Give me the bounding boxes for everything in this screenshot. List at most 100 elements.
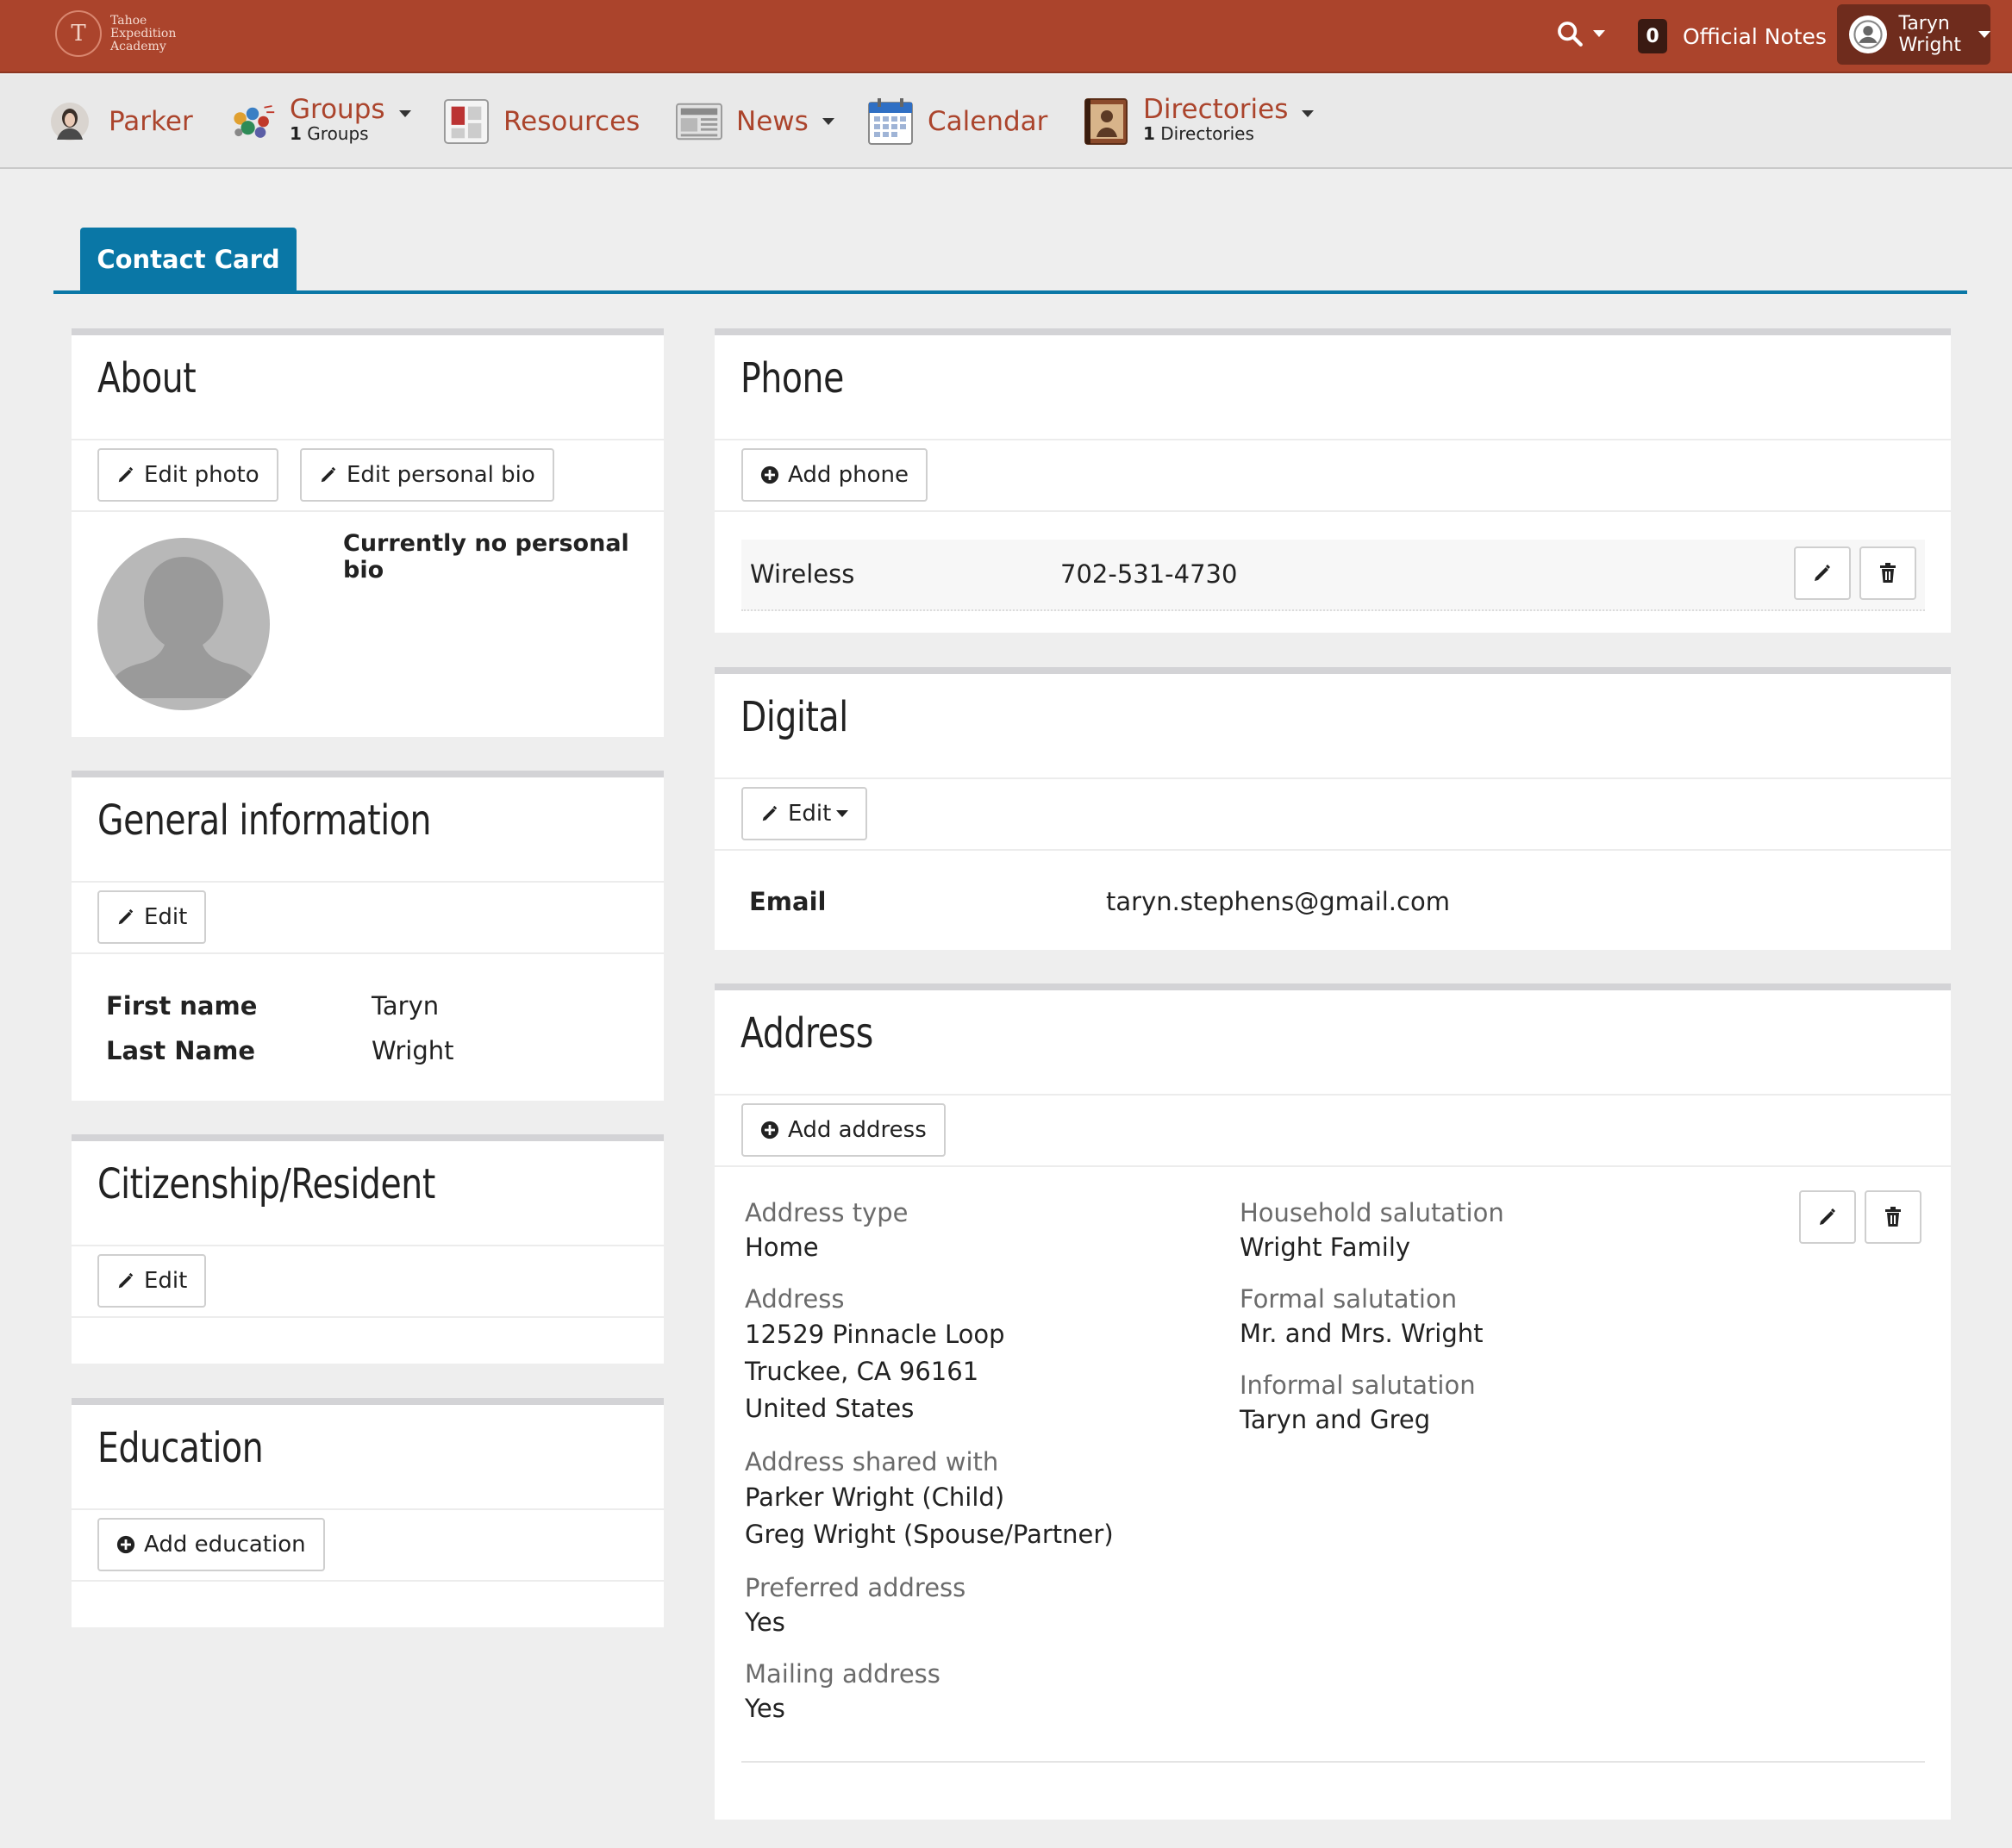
chevron-down-icon	[398, 110, 411, 117]
phone-title: Phone	[740, 354, 844, 403]
about-panel: About Edit photo Edit personal bio Curre…	[72, 328, 664, 737]
user-name: Taryn Wright	[1898, 13, 1961, 56]
delete-phone-button[interactable]	[1859, 546, 1916, 600]
chevron-down-icon	[836, 810, 849, 817]
edit-citizenship-button[interactable]: Edit	[97, 1254, 207, 1308]
about-title: About	[97, 354, 197, 403]
preferred-address-label: Preferred address	[745, 1573, 966, 1602]
edit-digital-dropdown[interactable]: Edit	[741, 787, 868, 840]
address-row-divider	[741, 1761, 1925, 1763]
resources-icon	[443, 97, 490, 147]
user-avatar-icon	[1849, 16, 1887, 53]
logo-mark: T	[55, 10, 102, 57]
pencil-icon	[118, 466, 134, 483]
bio-text: Currently no personal bio	[343, 530, 629, 584]
notes-count-badge: 0	[1638, 19, 1667, 53]
top-bar: T Tahoe Expedition Academy 0 Official No…	[0, 0, 2012, 73]
nav-resources[interactable]: Resources	[443, 96, 640, 147]
preferred-address-value: Yes	[745, 1608, 785, 1637]
last-name-label: Last Name	[106, 1036, 255, 1065]
chevron-down-icon	[1593, 30, 1605, 37]
citizenship-panel: Citizenship/Resident Edit	[72, 1134, 664, 1364]
logo-text: Tahoe Expedition Academy	[110, 13, 177, 53]
last-name-value: Wright	[372, 1036, 454, 1065]
tab-contact-card[interactable]: Contact Card	[80, 228, 297, 291]
formal-salutation-value: Mr. and Mrs. Wright	[1240, 1319, 1484, 1348]
trash-icon	[1885, 1207, 1901, 1227]
pencil-icon	[118, 908, 134, 925]
education-panel: Education Add education	[72, 1398, 664, 1627]
mailing-address-label: Mailing address	[745, 1659, 940, 1689]
delete-address-button[interactable]	[1865, 1190, 1921, 1244]
pencil-icon	[118, 1272, 134, 1289]
search-button[interactable]	[1555, 19, 1605, 48]
profile-photo-placeholder[interactable]	[97, 538, 270, 714]
groups-icon	[229, 97, 276, 147]
address-details-right: Household salutation Wright Family Forma…	[1240, 1196, 1504, 1437]
address-title: Address	[740, 1009, 873, 1058]
nav-calendar[interactable]: Calendar	[867, 96, 1047, 147]
first-name-value: Taryn	[372, 991, 440, 1021]
nav-news[interactable]: News	[676, 96, 834, 147]
edit-phone-button[interactable]	[1794, 546, 1851, 600]
address-type-value: Home	[745, 1233, 819, 1262]
phone-number: 702-531-4730	[1060, 559, 1238, 589]
edit-photo-button[interactable]: Edit photo	[97, 448, 278, 502]
directories-icon	[1083, 97, 1129, 147]
trash-icon	[1880, 563, 1896, 583]
plus-circle-icon	[116, 1535, 135, 1554]
address-panel: Address Add address Address type Home Ad…	[715, 983, 1951, 1820]
child-avatar	[50, 97, 90, 147]
chevron-down-icon	[1302, 110, 1315, 117]
shared-with-label: Address shared with	[745, 1447, 999, 1477]
address-line-2: Truckee, CA 96161	[745, 1357, 979, 1386]
nav-parker[interactable]: Parker	[50, 96, 193, 147]
phone-row: Wireless 702-531-4730	[741, 540, 1925, 611]
notes-label: Official Notes	[1683, 23, 1827, 49]
search-icon	[1558, 22, 1583, 47]
education-title: Education	[97, 1424, 264, 1472]
nav-directories[interactable]: Directories 1 Directories	[1083, 96, 1315, 147]
formal-salutation-label: Formal salutation	[1240, 1284, 1458, 1314]
shared-with-1: Parker Wright (Child)	[745, 1483, 1005, 1512]
digital-title: Digital	[740, 693, 848, 741]
chevron-down-icon	[822, 118, 834, 125]
chevron-down-icon	[1978, 31, 1990, 38]
phone-panel: Phone Add phone Wireless 702-531-4730	[715, 328, 1951, 633]
edit-personal-bio-button[interactable]: Edit personal bio	[300, 448, 554, 502]
main-nav: Parker Groups 1 Groups Resources News Ca…	[0, 75, 2012, 169]
add-education-button[interactable]: Add education	[97, 1518, 325, 1571]
informal-salutation-value: Taryn and Greg	[1240, 1405, 1431, 1434]
edit-address-button[interactable]	[1799, 1190, 1856, 1244]
address-label: Address	[745, 1284, 845, 1314]
shared-with-2: Greg Wright (Spouse/Partner)	[745, 1520, 1114, 1549]
school-logo[interactable]: T Tahoe Expedition Academy	[55, 10, 176, 57]
informal-salutation-label: Informal salutation	[1240, 1370, 1476, 1400]
user-menu-button[interactable]: Taryn Wright	[1837, 4, 1990, 65]
edit-general-info-button[interactable]: Edit	[97, 890, 207, 944]
nav-groups[interactable]: Groups 1 Groups	[229, 96, 411, 147]
tab-underline	[53, 290, 1967, 294]
first-name-label: First name	[106, 991, 258, 1021]
digital-panel: Digital Edit Email taryn.stephens@gmail.…	[715, 667, 1951, 950]
address-type-label: Address type	[745, 1198, 909, 1227]
citizenship-title: Citizenship/Resident	[97, 1160, 435, 1208]
official-notes-link[interactable]: 0 Official Notes	[1638, 19, 1827, 53]
general-info-title: General information	[97, 796, 432, 845]
email-label: Email	[749, 887, 827, 916]
plus-circle-icon	[760, 465, 779, 484]
address-line-1: 12529 Pinnacle Loop	[745, 1320, 1005, 1349]
email-value[interactable]: taryn.stephens@gmail.com	[1106, 887, 1450, 916]
pencil-icon	[1820, 1208, 1835, 1225]
pencil-icon	[1815, 565, 1830, 581]
general-info-panel: General information Edit First name Tary…	[72, 771, 664, 1101]
add-phone-button[interactable]: Add phone	[741, 448, 928, 502]
plus-circle-icon	[760, 1121, 779, 1139]
phone-type: Wireless	[750, 559, 855, 589]
pencil-icon	[762, 805, 778, 821]
news-icon	[676, 97, 722, 147]
household-salutation-value: Wright Family	[1240, 1233, 1411, 1262]
add-address-button[interactable]: Add address	[741, 1103, 946, 1157]
household-salutation-label: Household salutation	[1240, 1198, 1504, 1227]
calendar-icon	[867, 97, 914, 147]
